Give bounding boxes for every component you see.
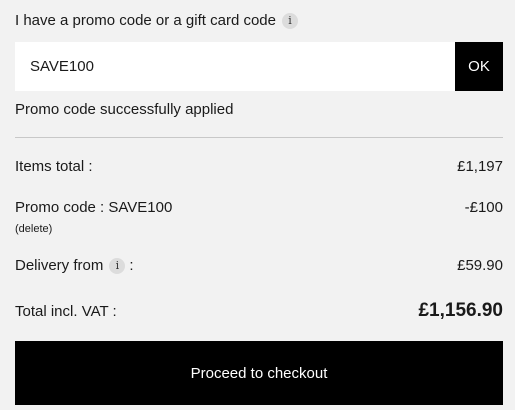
total-label: Total incl. VAT :: [15, 302, 117, 320]
delivery-label: Delivery from: [15, 257, 104, 274]
proceed-to-checkout-button[interactable]: Proceed to checkout: [15, 341, 503, 405]
promo-code-summary-row: Promo code : SAVE100 -£100: [15, 199, 503, 216]
promo-code-summary-label: Promo code : SAVE100: [15, 199, 173, 216]
promo-heading: I have a promo code or a gift card code …: [15, 12, 298, 29]
delivery-label-group: Delivery from i :: [15, 257, 134, 274]
items-total-label: Items total :: [15, 158, 93, 175]
delivery-value: £59.90: [457, 257, 503, 274]
items-total-row: Items total : £1,197: [15, 158, 503, 175]
divider: [15, 137, 503, 138]
info-icon[interactable]: i: [281, 12, 298, 29]
promo-success-message: Promo code successfully applied: [15, 101, 234, 118]
delivery-info-icon[interactable]: i: [109, 257, 126, 274]
total-value: £1,156.90: [418, 300, 503, 321]
total-row: Total incl. VAT : £1,156.90: [15, 300, 503, 322]
items-total-value: £1,197: [457, 158, 503, 175]
promo-heading-label: I have a promo code or a gift card code: [15, 12, 276, 29]
apply-promo-button[interactable]: OK: [455, 42, 503, 91]
delete-promo-link[interactable]: (delete): [15, 223, 52, 235]
promo-discount-value: -£100: [464, 199, 503, 216]
delivery-row: Delivery from i : £59.90: [15, 257, 503, 274]
delivery-colon: :: [129, 257, 134, 274]
promo-code-input[interactable]: [15, 42, 455, 91]
promo-code-row: OK: [15, 42, 503, 91]
